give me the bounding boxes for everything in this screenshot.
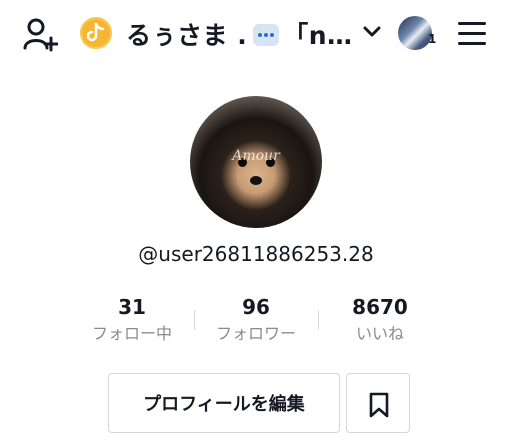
bookmark-icon [369,392,389,418]
stats-row: 31 フォロー中 96 フォロワー 8670 いいね [70,294,442,350]
stat-following-count: 31 [118,295,146,319]
account-avatar[interactable] [398,16,432,50]
account-name-dropdown[interactable]: るぅさま . 「n… [126,14,384,54]
avatar-watermark: Amour [232,148,280,164]
stat-followers[interactable]: 96 フォロワー [194,294,318,348]
account-badge-count: 1 [428,32,437,46]
avatar-nose [250,176,262,185]
stat-likes-count: 8670 [352,295,408,319]
stat-following[interactable]: 31 フォロー中 [70,294,194,348]
chevron-down-icon[interactable] [362,23,382,45]
stat-likes[interactable]: 8670 いいね [318,294,442,348]
stat-followers-label: フォロワー [215,324,296,343]
bookmark-button[interactable] [346,373,410,433]
account-name-part-2: 「n… [283,21,353,50]
stat-likes-label: いいね [355,324,404,343]
account-name-part-1: るぅさま . [126,21,248,50]
account-name: るぅさま . 「n… [126,16,353,52]
profile-avatar[interactable]: Amour [190,96,322,228]
stat-followers-count: 96 [242,295,270,319]
tiktok-coin-icon[interactable] [80,17,112,49]
add-friend-icon[interactable] [22,16,59,52]
edit-profile-button[interactable]: プロフィールを編集 [108,373,340,433]
menu-icon[interactable] [456,18,488,48]
stat-following-label: フォロー中 [91,324,172,343]
top-bar: るぅさま . 「n… 1 [0,0,512,68]
speech-balloon-icon [253,24,280,46]
username: @user26811886253.28 [138,242,374,266]
